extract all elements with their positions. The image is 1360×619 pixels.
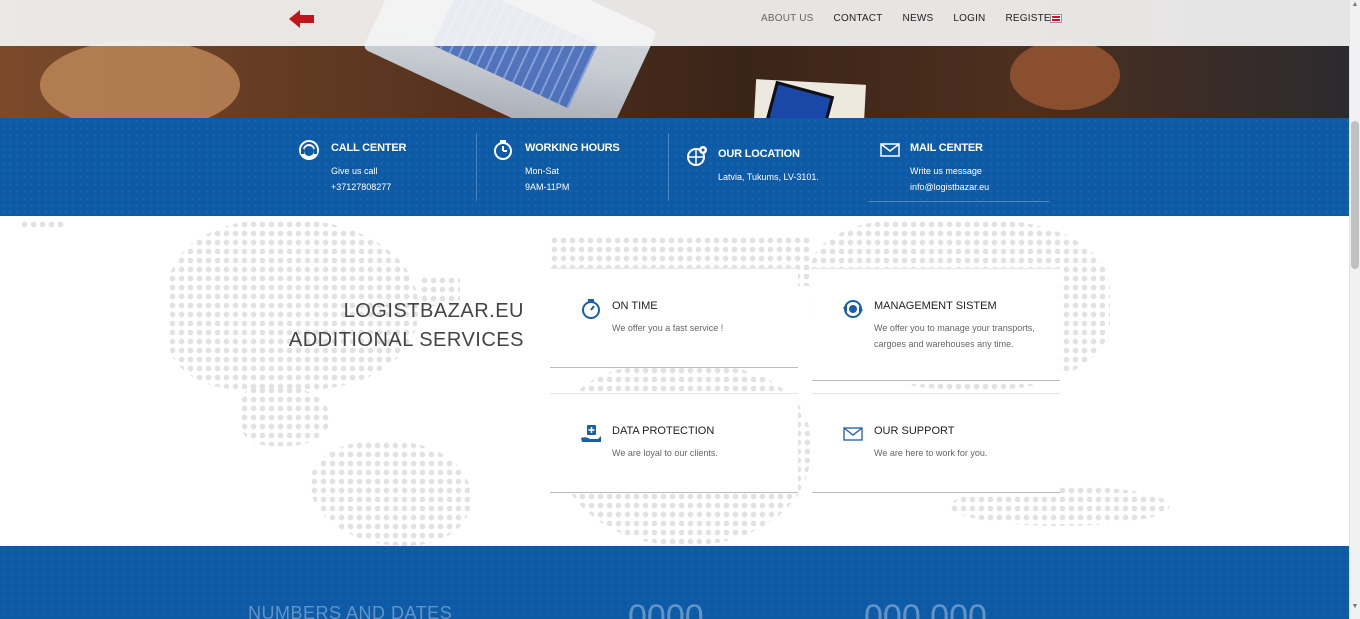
on-time-title: ON TIME — [612, 300, 658, 312]
map-top-strip — [20, 220, 65, 230]
call-center-phone[interactable]: +37127808277 — [331, 182, 391, 192]
uk-flag-icon[interactable] — [1051, 15, 1061, 22]
location-address: Latvia, Tukums, LV-3101. — [718, 172, 819, 182]
numbers-value-2: 000 000 — [864, 598, 987, 619]
map-central-america — [240, 386, 330, 446]
numbers-title: NUMBERS AND DATES — [248, 603, 453, 619]
support-desc: We are here to work for you. — [874, 448, 988, 458]
mail-divider — [869, 201, 1049, 202]
mail-center-line1: Write us message — [910, 166, 982, 176]
contact-strip — [0, 118, 1349, 216]
location-title: OUR LOCATION — [718, 148, 800, 160]
scrollbar-thumb[interactable] — [1351, 121, 1359, 269]
call-center-title: CALL CENTER — [331, 142, 407, 154]
working-hours-days: Mon-Sat — [525, 166, 560, 176]
services-heading-line1: LOGISTBAZAR.EU — [343, 300, 524, 322]
top-navbar: ABOUT US CONTACT NEWS LOGIN REGISTER — [0, 0, 1349, 46]
management-desc: We offer you to manage your transports, … — [874, 323, 1035, 349]
service-card-on-time: ON TIME We offer you a fast service ! — [550, 268, 798, 368]
map-south-america — [310, 441, 470, 546]
scroll-down-icon[interactable]: ▼ — [1351, 603, 1359, 611]
hero-hand-left — [40, 40, 240, 118]
manage-cycle-icon — [843, 300, 863, 318]
data-protection-title: DATA PROTECTION — [612, 425, 715, 437]
service-card-management: MANAGEMENT SISTEM We offer you to manage… — [812, 268, 1060, 381]
page-scrollbar[interactable] — [1349, 0, 1360, 619]
envelope-icon — [880, 143, 900, 157]
world-map-background — [0, 216, 1349, 546]
envelope-icon — [843, 427, 863, 441]
support-title: OUR SUPPORT — [874, 425, 955, 437]
call-center-line1: Give us call — [331, 166, 378, 176]
on-time-desc: We offer you a fast service ! — [612, 323, 724, 333]
nav-menu: ABOUT US CONTACT NEWS LOGIN REGISTER — [761, 13, 1078, 25]
numbers-value-1: 0000 — [628, 598, 704, 619]
service-card-data-protection: DATA PROTECTION We are loyal to our clie… — [550, 393, 798, 493]
nav-news[interactable]: NEWS — [903, 13, 934, 25]
contact-divider — [668, 133, 669, 201]
numbers-band: NUMBERS AND DATES 0000 000 000 — [0, 546, 1349, 619]
services-heading-line2: ADDITIONAL SERVICES — [288, 329, 524, 351]
hero-hand-right — [1010, 40, 1120, 110]
contact-divider — [476, 133, 477, 201]
shield-hand-icon — [581, 425, 601, 442]
stopwatch-icon — [582, 299, 600, 319]
working-hours-time: 9AM-11PM — [525, 182, 570, 192]
working-hours-title: WORKING HOURS — [525, 142, 620, 154]
scroll-up-icon[interactable]: ▲ — [1351, 1, 1359, 9]
mail-center-title: MAIL CENTER — [910, 142, 983, 154]
nav-contact[interactable]: CONTACT — [834, 13, 883, 25]
headset-icon — [299, 140, 319, 160]
data-protection-desc: We are loyal to our clients. — [612, 448, 718, 458]
nav-login[interactable]: LOGIN — [953, 13, 985, 25]
clock-icon — [494, 140, 512, 160]
nav-about-us[interactable]: ABOUT US — [761, 13, 814, 25]
mail-center-email[interactable]: info@logistbazar.eu — [910, 182, 989, 192]
management-title: MANAGEMENT SISTEM — [874, 300, 997, 312]
service-card-support: OUR SUPPORT We are here to work for you. — [812, 393, 1060, 493]
globe-pin-icon — [687, 146, 707, 166]
back-arrow-icon[interactable] — [289, 10, 315, 28]
